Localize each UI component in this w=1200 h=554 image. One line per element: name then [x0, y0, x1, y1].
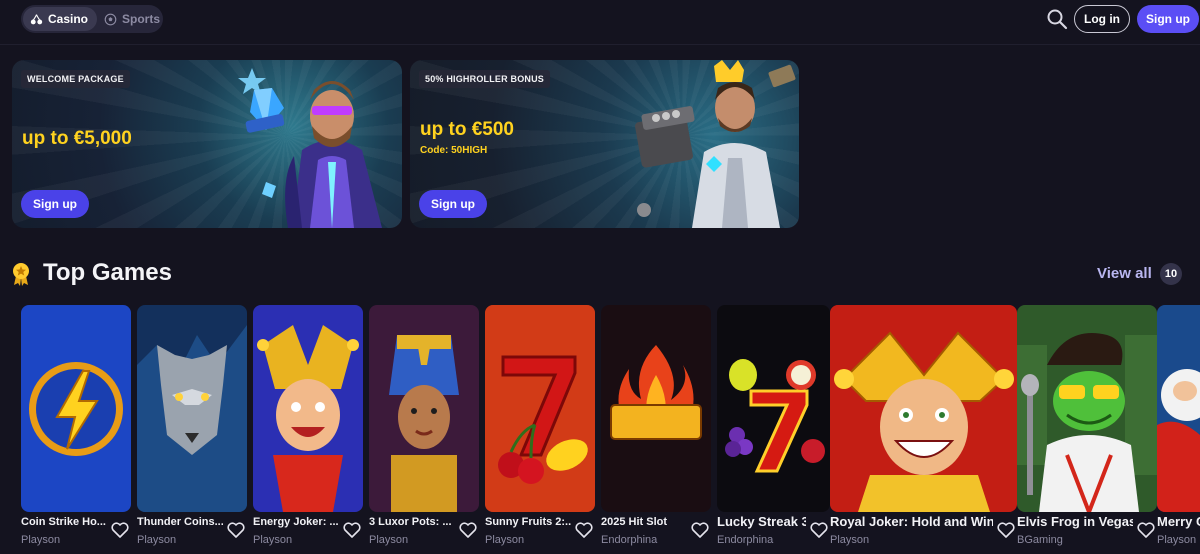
game-name: Sunny Fruits 2:...	[485, 516, 571, 528]
tab-sports-label: Sports	[122, 12, 161, 26]
game-thumbnail	[601, 305, 711, 512]
soccer-ball-icon	[104, 13, 117, 25]
cherries-icon	[30, 13, 43, 24]
game-name: Merry C	[1157, 514, 1200, 529]
game-tile[interactable]: 3 Luxor Pots: ... Playson	[369, 305, 479, 554]
view-all-link[interactable]: View all	[1097, 265, 1152, 282]
game-name: Energy Joker: ...	[253, 516, 339, 528]
game-name: Elvis Frog in Vegas	[1017, 514, 1133, 529]
tab-casino-label: Casino	[48, 12, 89, 26]
heart-icon[interactable]	[343, 522, 361, 538]
heart-icon[interactable]	[111, 522, 129, 538]
astronaut-character-illustration	[635, 60, 796, 228]
game-tile[interactable]: Lucky Streak 3 Endorphina	[717, 305, 830, 554]
promo-signup-button[interactable]: Sign up	[419, 190, 487, 218]
game-tile[interactable]: Coin Strike Ho... Playson	[21, 305, 131, 554]
signup-button[interactable]: Sign up	[1137, 5, 1199, 33]
heart-icon[interactable]	[997, 522, 1015, 538]
promo-tag: 50% HIGHROLLER BONUS	[419, 70, 551, 88]
game-tile[interactable]: Elvis Frog in Vegas BGaming	[1017, 305, 1157, 554]
game-provider: Playson	[253, 534, 293, 546]
game-name: Coin Strike Ho...	[21, 516, 106, 528]
hero-character-illustration	[238, 68, 382, 228]
game-provider: Endorphina	[717, 534, 774, 546]
search-icon[interactable]	[1046, 8, 1068, 30]
top-bar: Casino Sports Log in Sign up	[0, 0, 1200, 40]
game-provider: Playson	[21, 534, 61, 546]
promo-tag: WELCOME PACKAGE	[21, 70, 130, 88]
game-thumbnail	[485, 305, 595, 512]
heart-icon[interactable]	[227, 522, 245, 538]
game-tile[interactable]: Thunder Coins... Playson	[137, 305, 247, 554]
game-tile[interactable]: Royal Joker: Hold and Win Playson	[830, 305, 1017, 554]
game-name: 3 Luxor Pots: ...	[369, 516, 452, 528]
login-button[interactable]: Log in	[1074, 5, 1130, 33]
game-thumbnail	[1157, 305, 1200, 512]
game-provider: Endorphina	[601, 534, 658, 546]
game-provider: Playson	[1157, 534, 1197, 546]
game-provider: Playson	[137, 534, 177, 546]
game-tile[interactable]: Sunny Fruits 2:... Playson	[485, 305, 595, 554]
game-tile[interactable]: Merry C Playson	[1157, 305, 1200, 554]
game-name: 2025 Hit Slot	[601, 516, 668, 528]
heart-icon[interactable]	[459, 522, 477, 538]
game-provider: Playson	[485, 534, 525, 546]
tab-casino[interactable]: Casino	[23, 7, 98, 31]
game-tile[interactable]: 2025 Hit Slot Endorphina	[601, 305, 711, 554]
game-thumbnail	[253, 305, 363, 512]
game-thumbnail	[717, 305, 830, 512]
section-title: Top Games	[43, 259, 172, 286]
promo-amount: up to €5,000	[22, 128, 132, 149]
promo-amount: up to €500	[420, 119, 514, 140]
game-provider: Playson	[369, 534, 409, 546]
heart-icon[interactable]	[1137, 522, 1155, 538]
game-thumbnail	[1017, 305, 1157, 512]
game-name: Royal Joker: Hold and Win	[830, 514, 993, 529]
view-all-count-badge: 10	[1160, 263, 1182, 285]
header-divider	[0, 44, 1200, 45]
heart-icon[interactable]	[810, 522, 828, 538]
game-name: Lucky Streak 3	[717, 514, 806, 529]
heart-icon[interactable]	[575, 522, 593, 538]
promo-code: Code: 50HIGH	[420, 145, 488, 156]
game-thumbnail	[21, 305, 131, 512]
tab-sports[interactable]: Sports	[97, 7, 169, 31]
game-name: Thunder Coins...	[137, 516, 223, 528]
game-thumbnail	[137, 305, 247, 512]
game-provider: Playson	[830, 534, 870, 546]
promo-signup-button[interactable]: Sign up	[21, 190, 89, 218]
game-provider: BGaming	[1017, 534, 1063, 546]
medal-icon	[13, 263, 29, 286]
game-tile[interactable]: Energy Joker: ... Playson	[253, 305, 363, 554]
game-thumbnail	[830, 305, 1017, 512]
promo-banner-welcome[interactable]: WELCOME PACKAGE up to €5,000 Sign up	[12, 60, 402, 228]
game-thumbnail	[369, 305, 479, 512]
promo-banner-highroller[interactable]: 50% HIGHROLLER BONUS up to €500 Code: 50…	[410, 60, 799, 228]
heart-icon[interactable]	[691, 522, 709, 538]
product-switcher: Casino Sports	[21, 5, 163, 33]
